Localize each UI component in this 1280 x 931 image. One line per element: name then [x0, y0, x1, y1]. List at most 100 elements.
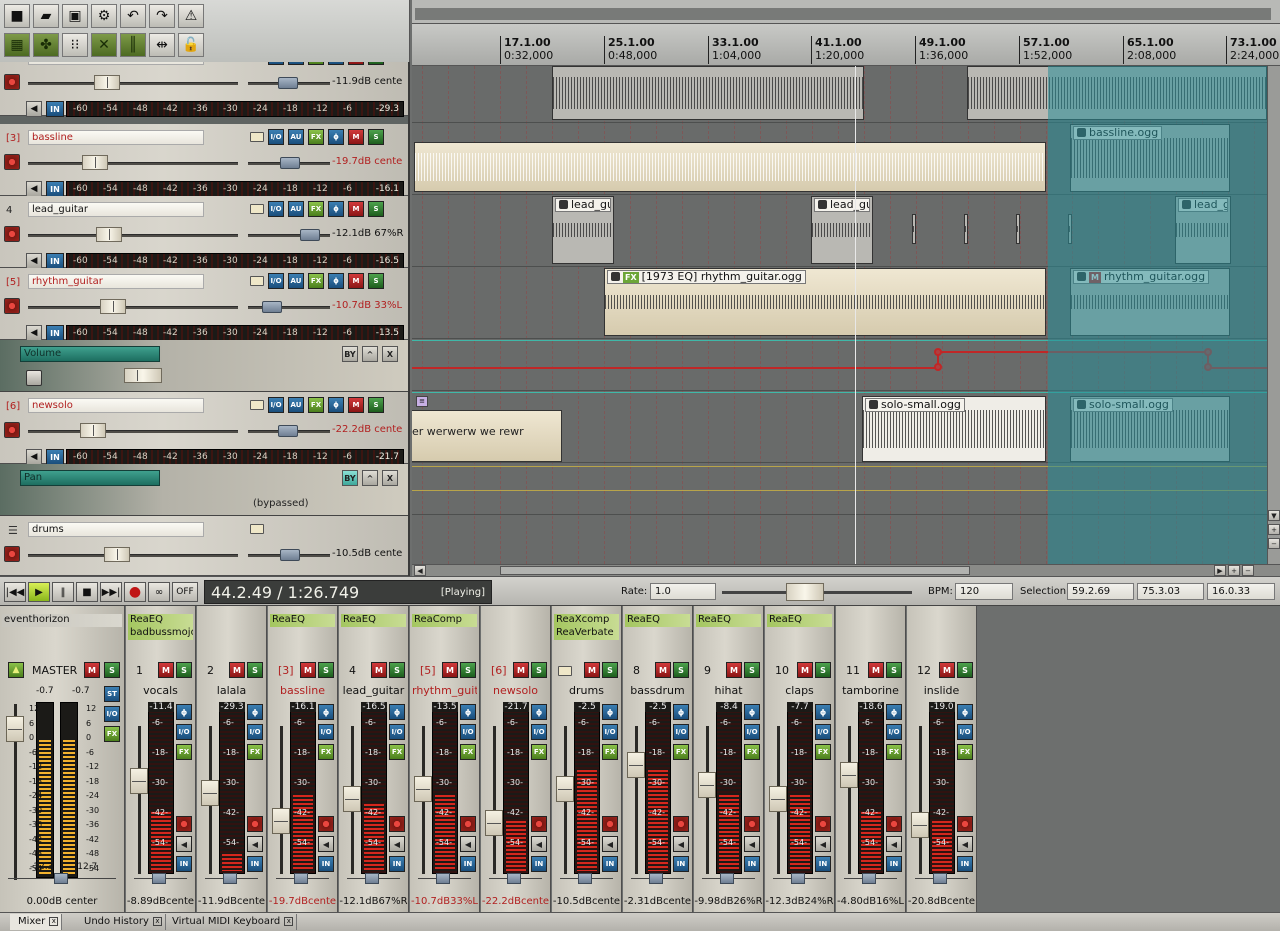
strip-name[interactable]: inslide — [909, 684, 974, 697]
strip-io-button[interactable]: I/O — [247, 724, 263, 740]
strip-pan-slider[interactable] — [134, 873, 187, 888]
track-lalala[interactable]: 2lalalaI/OAUFXϕMS-11.9dB cente◀IN-60-54-… — [0, 62, 408, 117]
media-item[interactable]: FX [1973 EQ] rhythm_guitar.ogg — [604, 268, 1046, 336]
folder-icon[interactable] — [558, 666, 572, 676]
new-project-icon[interactable]: ■ — [4, 4, 30, 28]
notes-icon[interactable]: ≡ — [416, 396, 428, 407]
envelope-point[interactable] — [934, 363, 942, 371]
strip-pan-knob[interactable] — [933, 873, 947, 884]
strip-record-arm-button[interactable] — [815, 816, 831, 832]
fx-slot[interactable]: ReaEQ — [696, 614, 761, 627]
bpm-field[interactable]: 120 — [955, 583, 1013, 600]
volume-fader-track[interactable] — [28, 306, 238, 309]
strip-mute-button[interactable]: M — [300, 662, 316, 678]
strip-fader-rail[interactable] — [635, 726, 638, 874]
strip-fader[interactable] — [343, 786, 361, 812]
strip-name[interactable]: drums — [554, 684, 619, 697]
media-item[interactable] — [552, 66, 864, 120]
strip-record-arm-button[interactable] — [886, 816, 902, 832]
strip-solo-button[interactable]: S — [460, 662, 476, 678]
phase-button[interactable]: ϕ — [328, 397, 344, 413]
strip-pan-slider[interactable] — [489, 873, 542, 888]
mute-button[interactable]: M — [348, 273, 364, 289]
strip-fader-rail[interactable] — [919, 726, 922, 874]
strip-solo-button[interactable]: S — [531, 662, 547, 678]
master-io-button[interactable]: I/O — [104, 706, 120, 722]
pan-slider-knob[interactable] — [300, 229, 320, 241]
strip-record-arm-button[interactable] — [531, 816, 547, 832]
stop-button[interactable]: ■ — [76, 582, 98, 602]
volume-fader-track[interactable] — [28, 162, 238, 165]
strip-fx-button[interactable]: FX — [886, 744, 902, 760]
solo-button[interactable]: S — [368, 62, 384, 65]
scroll-down-icon[interactable]: ▼ — [1268, 510, 1280, 521]
strip-input-button[interactable]: IN — [957, 856, 973, 872]
solo-button[interactable]: S — [368, 129, 384, 145]
close-icon[interactable]: x — [49, 917, 59, 926]
strip-fx-button[interactable]: FX — [815, 744, 831, 760]
strip-pan-knob[interactable] — [649, 873, 663, 884]
fx-slot[interactable]: ReaVerbate — [554, 627, 619, 640]
bypass-button[interactable]: BY — [342, 346, 358, 362]
phase-button[interactable]: ϕ — [328, 62, 344, 65]
strip-fader-rail[interactable] — [493, 726, 496, 874]
phase-button[interactable]: ϕ — [328, 201, 344, 217]
folder-icon[interactable] — [250, 400, 264, 410]
strip-monitor-icon[interactable]: ◀ — [744, 836, 760, 852]
strip-name[interactable]: newsolo — [483, 684, 548, 697]
track-name-field[interactable]: bassline — [28, 130, 204, 145]
strip-fader[interactable] — [698, 772, 716, 798]
strip-pan-knob[interactable] — [294, 873, 308, 884]
track-name-field[interactable]: lead_guitar — [28, 202, 204, 217]
media-item[interactable] — [967, 66, 1267, 120]
strip-monitor-icon[interactable]: ◀ — [318, 836, 334, 852]
strip-fx-button[interactable]: FX — [247, 744, 263, 760]
volume-fader-track[interactable] — [28, 234, 238, 237]
media-item[interactable]: lead_gu — [811, 196, 873, 264]
strip-fader-rail[interactable] — [138, 726, 141, 874]
snap-grid-icon[interactable]: ▦ — [4, 33, 30, 57]
strip-fx-button[interactable]: FX — [744, 744, 760, 760]
strip-phase-button[interactable]: ϕ — [531, 704, 547, 720]
strip-monitor-icon[interactable]: ◀ — [602, 836, 618, 852]
track-name-field[interactable]: lalala — [28, 62, 204, 65]
master-fx-button[interactable]: FX — [104, 726, 120, 742]
media-item[interactable] — [1016, 214, 1020, 244]
record-arm-button[interactable] — [4, 154, 20, 170]
scroll-right-icon[interactable]: ▶ — [1214, 565, 1226, 576]
pan-envelope-lane[interactable]: Pan BY ^ X (bypassed) — [0, 464, 408, 516]
envelope-point[interactable] — [934, 348, 942, 356]
strip-record-arm-button[interactable] — [957, 816, 973, 832]
input-button[interactable]: IN — [46, 325, 64, 341]
strip-phase-button[interactable]: ϕ — [744, 704, 760, 720]
strip-fx-button[interactable]: FX — [531, 744, 547, 760]
strip-fader-rail[interactable] — [706, 726, 709, 874]
strip-mute-button[interactable]: M — [371, 662, 387, 678]
go-to-end-button[interactable]: ▶▶| — [100, 582, 122, 602]
strip-solo-button[interactable]: S — [957, 662, 973, 678]
strip-solo-button[interactable]: S — [176, 662, 192, 678]
fx-slot[interactable]: ReaEQ — [341, 614, 406, 627]
strip-record-arm-button[interactable] — [247, 816, 263, 832]
mute-button[interactable]: M — [348, 397, 364, 413]
rate-field[interactable]: 1.0 — [650, 583, 716, 600]
strip-fader-rail[interactable] — [848, 726, 851, 874]
io-button[interactable]: I/O — [268, 129, 284, 145]
automation-button[interactable]: AU — [288, 201, 304, 217]
save-project-icon[interactable]: ▣ — [62, 4, 88, 28]
strip-pan-slider[interactable] — [205, 873, 258, 888]
strip-io-button[interactable]: I/O — [531, 724, 547, 740]
track-name-field[interactable]: rhythm_guitar — [28, 274, 204, 289]
strip-record-arm-button[interactable] — [176, 816, 192, 832]
arrange-overview-bar[interactable] — [412, 0, 1280, 24]
strip-name[interactable]: vocals — [128, 684, 193, 697]
preferences-gear-icon[interactable]: ⚙ — [91, 4, 117, 28]
pan-slider-knob[interactable] — [280, 157, 300, 169]
strip-pan-knob[interactable] — [578, 873, 592, 884]
strip-phase-button[interactable]: ϕ — [460, 704, 476, 720]
media-item[interactable] — [414, 142, 1046, 192]
strip-input-button[interactable]: IN — [815, 856, 831, 872]
h-zoom-in-icon[interactable]: + — [1228, 565, 1240, 576]
strip-mute-button[interactable]: M — [868, 662, 884, 678]
strip-io-button[interactable]: I/O — [602, 724, 618, 740]
